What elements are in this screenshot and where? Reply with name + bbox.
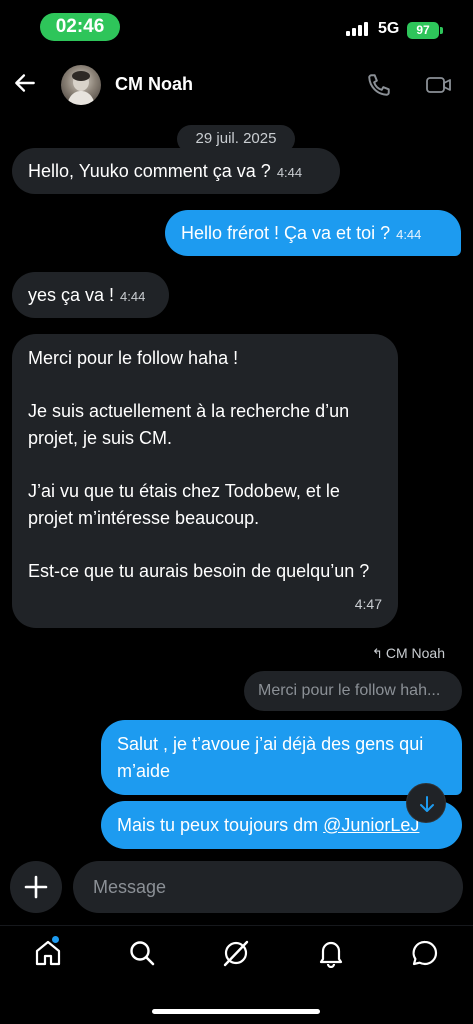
message-paragraph: Merci pour le follow haha !: [28, 348, 239, 368]
battery-icon: [440, 27, 443, 34]
message-bubble-incoming[interactable]: Hello, Yuuko comment ça va ? 4:44: [12, 148, 340, 194]
message-bubble-incoming[interactable]: Merci pour le follow haha ! Je suis actu…: [12, 334, 398, 628]
message-text: Mais tu peux toujours dm: [117, 815, 324, 835]
notification-dot: [52, 936, 59, 943]
home-indicator: [152, 1009, 320, 1014]
mention-link[interactable]: @JuniorLeJ: [323, 815, 419, 835]
arrow-down-icon: [420, 796, 434, 812]
message-composer[interactable]: [73, 861, 463, 913]
notifications-icon[interactable]: [316, 938, 346, 968]
plus-icon: [24, 875, 48, 899]
message-time: 4:44: [276, 165, 303, 180]
message-paragraph: J’ai vu que tu étais chez Todobew, et le…: [28, 481, 340, 528]
status-time: 02:46: [40, 13, 120, 41]
message-input[interactable]: [73, 861, 463, 913]
message-bubble-incoming[interactable]: yes ça va ! 4:44: [12, 272, 169, 318]
message-text: Hello, Yuuko comment ça va ?: [28, 161, 271, 181]
add-attachment-button[interactable]: [10, 861, 62, 913]
message-time: 4:44: [120, 289, 146, 304]
grok-icon[interactable]: [221, 938, 251, 968]
scroll-to-bottom-button[interactable]: [406, 783, 446, 823]
network-type: 5G: [378, 20, 400, 37]
message-text: yes ça va !: [28, 285, 115, 305]
signal-icon: [346, 22, 368, 36]
video-call-icon[interactable]: [425, 72, 453, 98]
reply-arrow-icon: ↰: [371, 646, 383, 661]
message-text: Salut , je t’avoue j’ai déjà des gens qu…: [117, 734, 424, 781]
search-icon[interactable]: [127, 938, 157, 968]
message-time: 4:44: [396, 227, 422, 242]
messages-icon[interactable]: [410, 938, 440, 968]
message-bubble-outgoing[interactable]: Hello frérot ! Ça va et toi ? 4:44: [165, 210, 461, 256]
phone-call-icon[interactable]: [366, 72, 392, 98]
reply-author: CM Noah: [385, 645, 445, 661]
status-bar: 02:46 5G 97: [0, 0, 473, 56]
contact-name[interactable]: CM Noah: [115, 74, 193, 95]
avatar[interactable]: [61, 65, 101, 105]
back-arrow-icon[interactable]: [12, 70, 38, 96]
message-paragraph: Je suis actuellement à la recherche d’un…: [28, 401, 350, 448]
bottom-nav: [0, 925, 473, 1024]
message-text: Hello frérot ! Ça va et toi ?: [181, 223, 391, 243]
home-icon[interactable]: [33, 938, 63, 968]
message-paragraph: Est-ce que tu aurais besoin de quelqu’un…: [28, 561, 370, 581]
message-time: 4:47: [354, 596, 382, 612]
quoted-message[interactable]: Merci pour le follow hah...: [244, 671, 462, 711]
battery-level: 97: [407, 22, 439, 39]
chat-header: CM Noah: [0, 58, 473, 110]
reply-label: ↰ CM Noah: [372, 645, 445, 662]
